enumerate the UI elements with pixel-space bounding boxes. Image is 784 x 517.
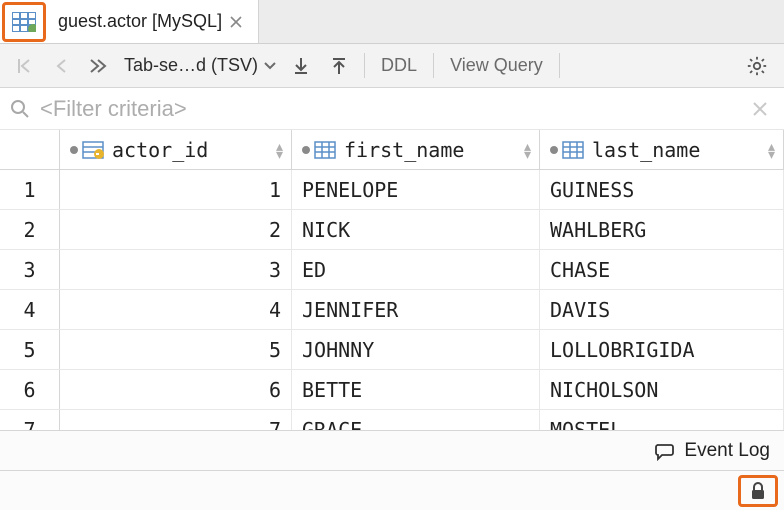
pk-column-icon [82,141,104,159]
export-format-label: Tab-se…d (TSV) [124,55,258,76]
sort-icon: ▴▾ [276,142,283,158]
cell-last-name[interactable]: GUINESS [540,170,784,209]
column-label: first_name [344,138,464,162]
cell-first-name[interactable]: ED [292,250,540,289]
column-header-first-name[interactable]: first_name ▴▾ [292,130,540,169]
nav-prev-icon[interactable] [46,53,76,79]
nav-next-icon[interactable] [80,53,116,79]
sort-icon: ▴▾ [524,142,531,158]
import-up-icon[interactable] [322,52,356,80]
cell-last-name[interactable]: CHASE [540,250,784,289]
event-log-icon[interactable] [654,441,674,461]
row-number: 5 [0,330,60,369]
cell-actor-id[interactable]: 4 [60,290,292,329]
column-header-actor-id[interactable]: actor_id ▴▾ [60,130,292,169]
toolbar: Tab-se…d (TSV) DDL View Query [0,44,784,88]
view-query-button[interactable]: View Query [442,51,551,80]
bottom-bar [0,470,784,510]
clear-filter-icon[interactable] [746,101,774,117]
gear-icon[interactable] [738,51,776,81]
cell-last-name[interactable]: MOSTEL [540,410,784,430]
cell-actor-id[interactable]: 2 [60,210,292,249]
table-row[interactable]: 11PENELOPEGUINESS [0,170,784,210]
column-label: actor_id [112,138,208,162]
row-number: 4 [0,290,60,329]
table-row[interactable]: 77GRACEMOSTEL [0,410,784,430]
table-icon [2,2,46,42]
table-row[interactable]: 22NICKWAHLBERG [0,210,784,250]
column-header-last-name[interactable]: last_name ▴▾ [540,130,784,169]
tab-title: guest.actor [MySQL] [58,11,222,32]
nullable-dot-icon [550,146,558,154]
export-down-icon[interactable] [284,52,318,80]
cell-first-name[interactable]: PENELOPE [292,170,540,209]
table-row[interactable]: 44JENNIFERDAVIS [0,290,784,330]
cell-first-name[interactable]: NICK [292,210,540,249]
cell-last-name[interactable]: DAVIS [540,290,784,329]
table-row[interactable]: 66BETTENICHOLSON [0,370,784,410]
nav-first-icon[interactable] [8,53,42,79]
cell-actor-id[interactable]: 6 [60,370,292,409]
row-number: 6 [0,370,60,409]
status-bar: Event Log [0,430,784,470]
cell-last-name[interactable]: WAHLBERG [540,210,784,249]
cell-first-name[interactable]: GRACE [292,410,540,430]
editor-tab[interactable]: guest.actor [MySQL] [0,0,259,43]
row-number: 1 [0,170,60,209]
nullable-dot-icon [70,146,78,154]
column-icon [314,141,336,159]
cell-last-name[interactable]: NICHOLSON [540,370,784,409]
ddl-button[interactable]: DDL [373,51,425,80]
cell-actor-id[interactable]: 7 [60,410,292,430]
column-icon [562,141,584,159]
cell-actor-id[interactable]: 5 [60,330,292,369]
event-log-label[interactable]: Event Log [684,440,770,462]
filter-input[interactable] [40,96,736,122]
cell-actor-id[interactable]: 1 [60,170,292,209]
search-icon [10,99,30,119]
table-row[interactable]: 55JOHNNYLOLLOBRIGIDA [0,330,784,370]
column-label: last_name [592,138,700,162]
cell-last-name[interactable]: LOLLOBRIGIDA [540,330,784,369]
table-row[interactable]: 33EDCHASE [0,250,784,290]
sort-icon: ▴▾ [768,142,775,158]
lock-icon[interactable] [738,475,778,507]
cell-first-name[interactable]: JOHNNY [292,330,540,369]
row-number: 3 [0,250,60,289]
cell-first-name[interactable]: JENNIFER [292,290,540,329]
header-row: actor_id ▴▾ first_name ▴▾ last_name ▴▾ [0,130,784,170]
nullable-dot-icon [302,146,310,154]
chevron-down-icon [264,62,276,70]
row-number: 2 [0,210,60,249]
row-number-header [0,130,60,169]
cell-first-name[interactable]: BETTE [292,370,540,409]
data-grid: actor_id ▴▾ first_name ▴▾ last_name ▴▾ 1… [0,130,784,430]
filter-bar [0,88,784,130]
cell-actor-id[interactable]: 3 [60,250,292,289]
row-number: 7 [0,410,60,430]
tab-bar: guest.actor [MySQL] [0,0,784,44]
export-format-dropdown[interactable]: Tab-se…d (TSV) [120,55,280,76]
close-icon[interactable] [230,16,244,28]
